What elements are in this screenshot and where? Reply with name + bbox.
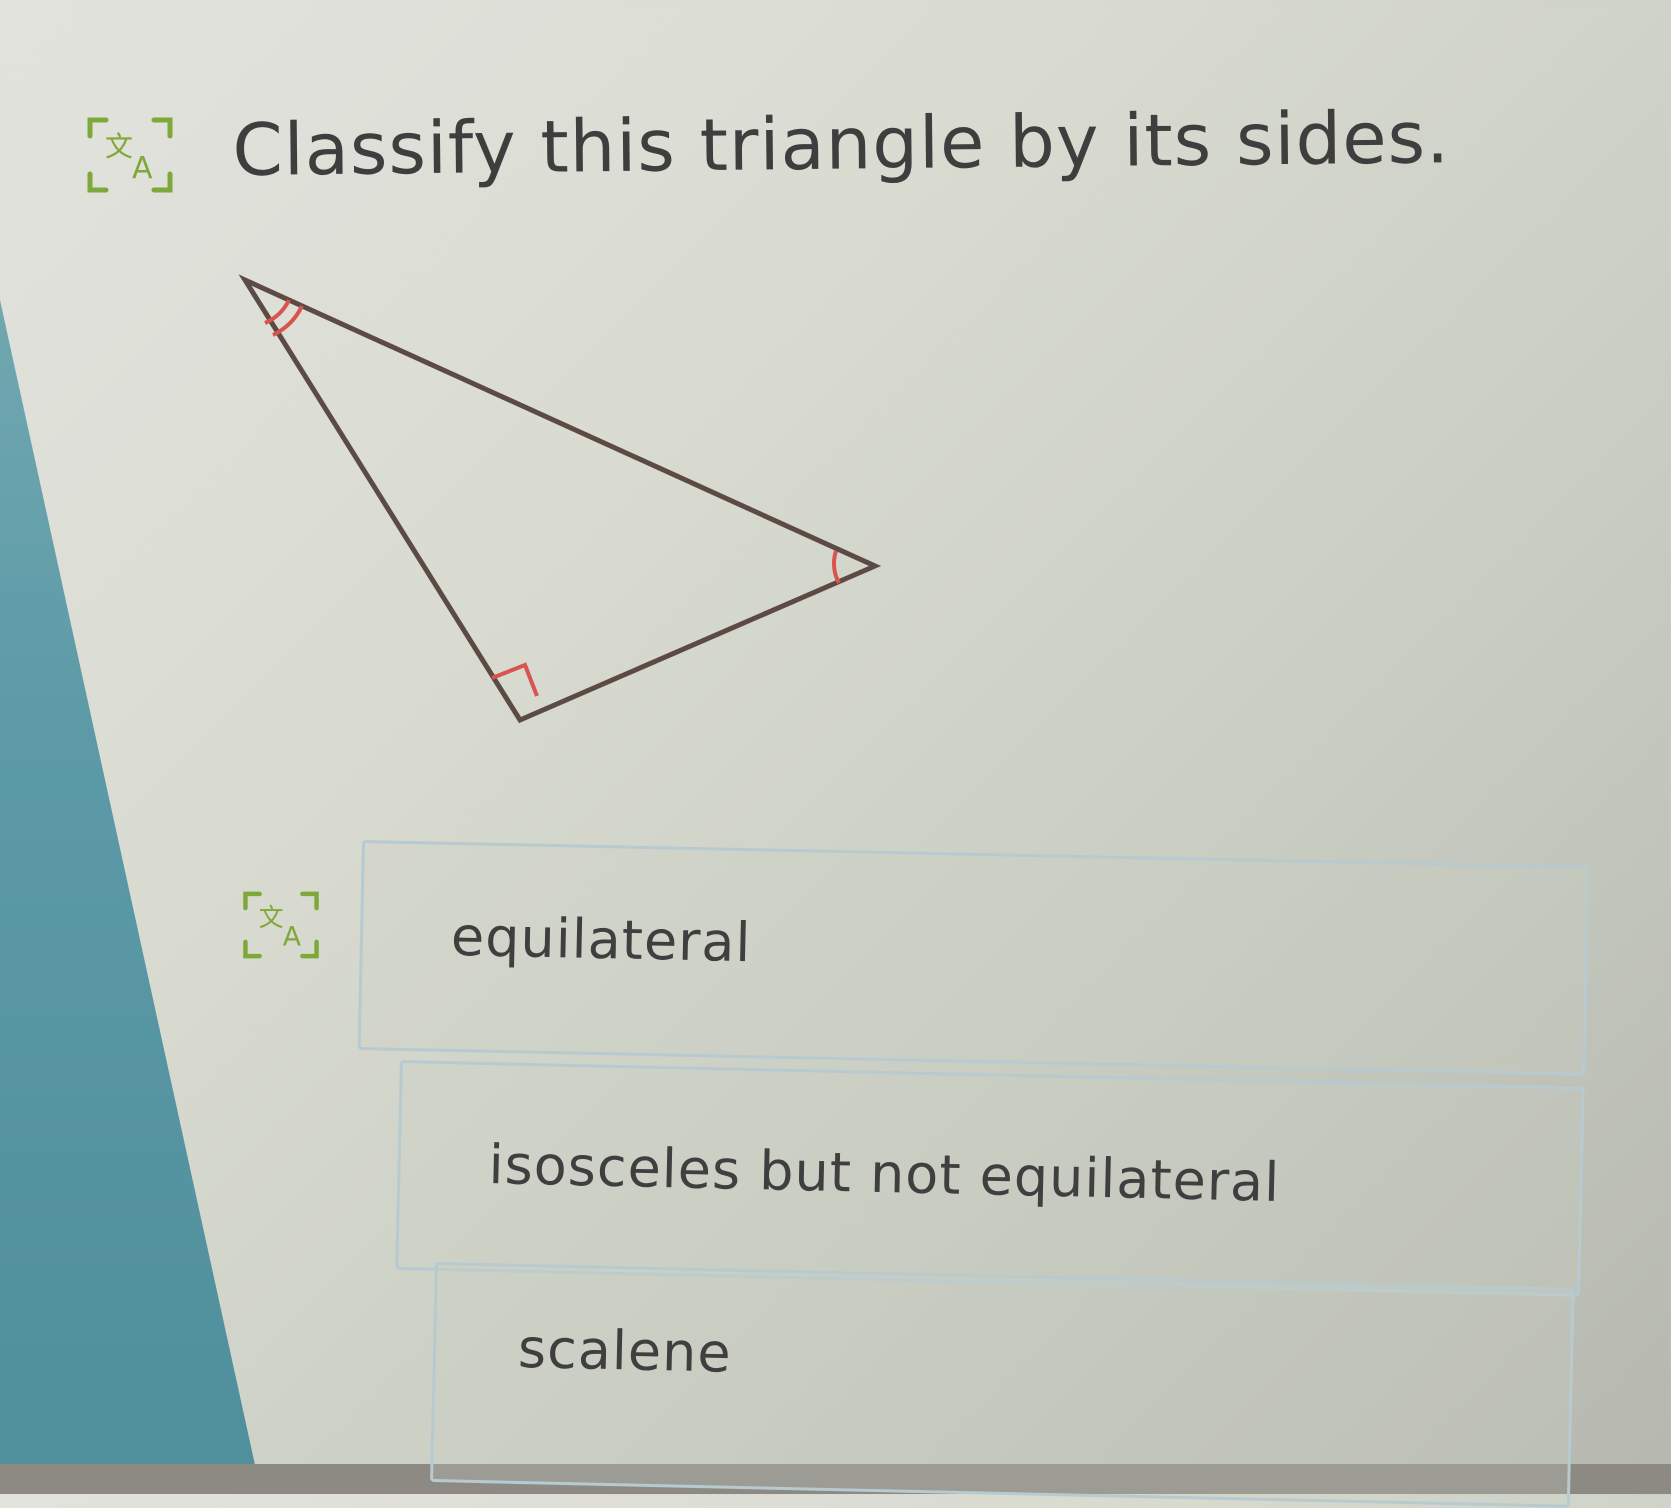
option-equilateral[interactable]: equilateral <box>357 840 1590 1076</box>
option-label: equilateral <box>450 904 753 975</box>
left-accent-strip <box>0 300 255 1494</box>
triangle-figure <box>238 274 882 724</box>
translate-icon[interactable]: 文 A <box>235 885 327 965</box>
option-scalene[interactable]: scalene <box>430 1262 1575 1508</box>
option-isosceles[interactable]: isosceles but not equilateral <box>395 1060 1585 1297</box>
option-label: scalene <box>517 1316 733 1385</box>
svg-text:文: 文 <box>105 130 133 163</box>
right-angle-mark <box>491 662 539 697</box>
single-arc-mark <box>831 550 841 584</box>
double-arc-mark-inner <box>264 299 291 325</box>
translate-icon[interactable]: 文 A <box>80 110 180 200</box>
option-label: isosceles but not equilateral <box>487 1133 1281 1214</box>
question-text: Classify this triangle by its sides. <box>232 95 1451 192</box>
triangle-outline <box>238 274 882 724</box>
svg-text:A: A <box>132 151 153 186</box>
svg-text:文: 文 <box>259 903 284 932</box>
double-arc-mark-outer <box>272 305 304 337</box>
svg-text:A: A <box>283 921 302 952</box>
